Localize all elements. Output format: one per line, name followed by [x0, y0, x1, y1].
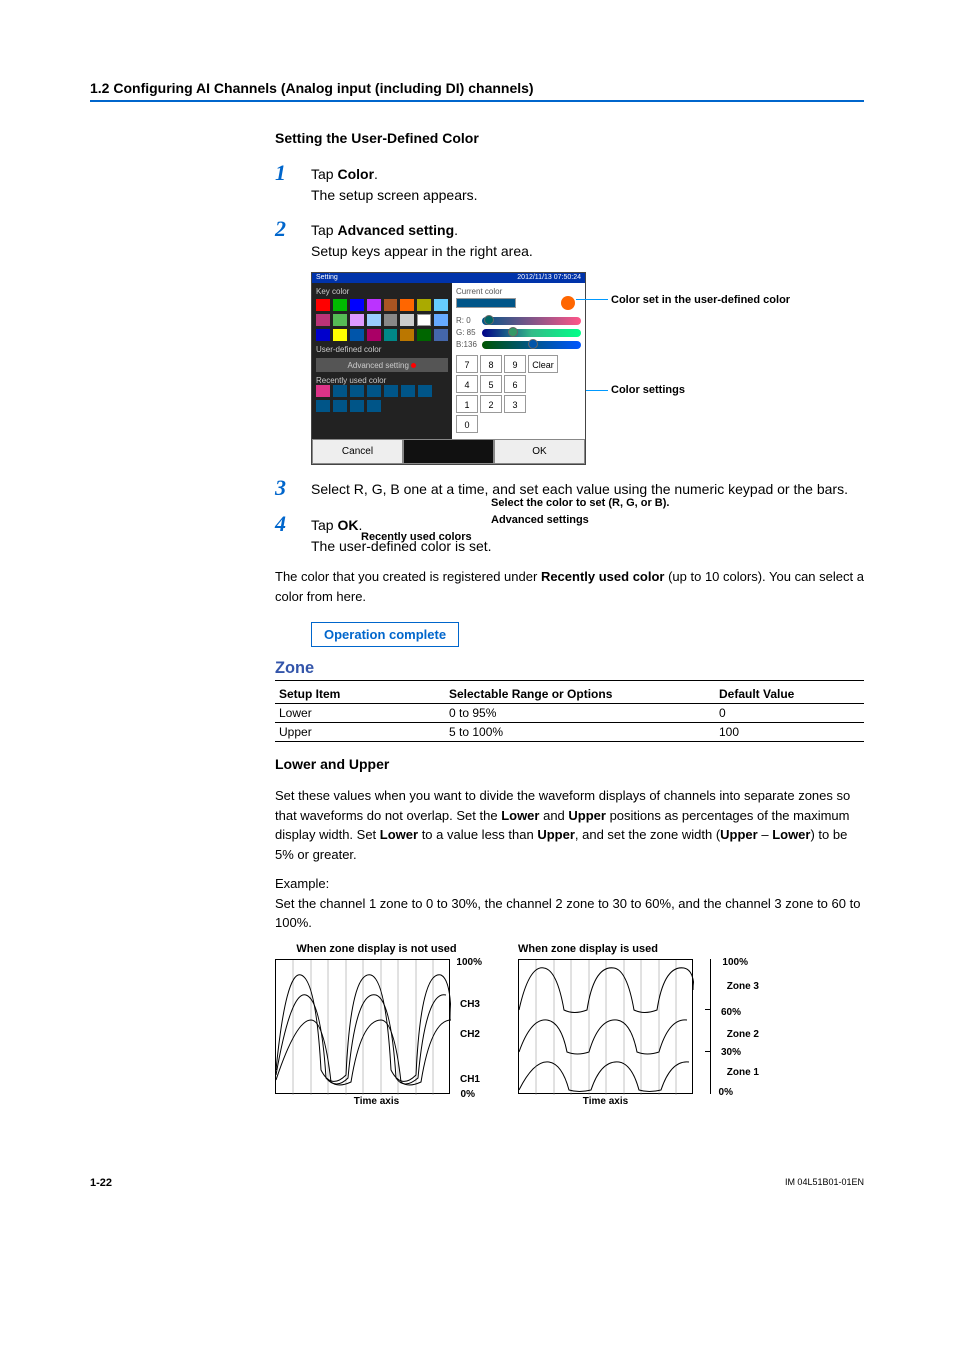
zone-table: Setup ItemSelectable Range or OptionsDef…	[275, 685, 864, 742]
cancel-button[interactable]: Cancel	[312, 439, 403, 464]
page-subtitle: Setting the User-Defined Color	[275, 130, 864, 146]
step-4-number: 4	[275, 511, 311, 537]
section-header: 1.2 Configuring AI Channels (Analog inpu…	[90, 80, 864, 102]
ok-button[interactable]: OK	[494, 439, 585, 464]
step-2-desc: Setup keys appear in the right area.	[311, 243, 533, 259]
doc-id: IM 04L51B01-01EN	[785, 1177, 864, 1189]
device-screenshot: Setting2012/11/13 07:50:24 Key color Use…	[311, 272, 851, 465]
step-1-text-a: Tap	[311, 166, 337, 182]
step-1-text-c: .	[374, 166, 378, 182]
step-1-number: 1	[275, 160, 311, 186]
recently-used-label: Recently used color	[316, 376, 448, 385]
example-label: Example:	[275, 876, 329, 891]
advanced-setting-button[interactable]: Advanced setting	[316, 358, 448, 372]
current-color-label: Current color	[456, 287, 581, 296]
callout-recently-used: Recently used colors	[361, 531, 472, 543]
numeric-keypad[interactable]: 789Clear 456 123 0	[456, 355, 581, 433]
step-4-bold: OK	[337, 517, 358, 533]
callout-user-defined-color: Color set in the user-defined color	[611, 294, 790, 306]
step-3-text: Select R, G, B one at a time, and set ea…	[311, 481, 848, 497]
r-slider[interactable]	[482, 317, 581, 325]
callout-select-rgb: Select the color to set (R, G, or B).	[491, 497, 669, 509]
callout-advanced-settings: Advanced settings	[491, 514, 589, 526]
step-2-number: 2	[275, 216, 311, 242]
key-color-label: Key color	[316, 287, 448, 296]
step-2-text-a: Tap	[311, 222, 337, 238]
lower-upper-heading: Lower and Upper	[275, 756, 864, 772]
graph-no-zone: When zone display is not used 100% CH3 C…	[275, 943, 478, 1107]
step-1-desc: The setup screen appears.	[311, 187, 478, 203]
user-defined-label: User-defined color	[316, 345, 448, 354]
step-2-bold: Advanced setting	[337, 222, 454, 238]
zone-heading: Zone	[275, 659, 864, 681]
b-slider[interactable]	[482, 341, 581, 349]
step-4-text-a: Tap	[311, 517, 337, 533]
step-3-number: 3	[275, 475, 311, 501]
note-b: Recently used color	[541, 569, 665, 584]
page-number: 1-22	[90, 1177, 112, 1189]
graph-with-zone: When zone display is used 100% Zone 3 60…	[518, 943, 743, 1107]
operation-complete-link[interactable]: Operation complete	[311, 622, 459, 647]
example-text: Set the channel 1 zone to 0 to 30%, the …	[275, 896, 860, 931]
step-2-text-c: .	[454, 222, 458, 238]
callout-color-settings: Color settings	[611, 384, 685, 396]
step-1-bold: Color	[337, 166, 374, 182]
note-a: The color that you created is registered…	[275, 569, 541, 584]
g-slider[interactable]	[482, 329, 581, 337]
